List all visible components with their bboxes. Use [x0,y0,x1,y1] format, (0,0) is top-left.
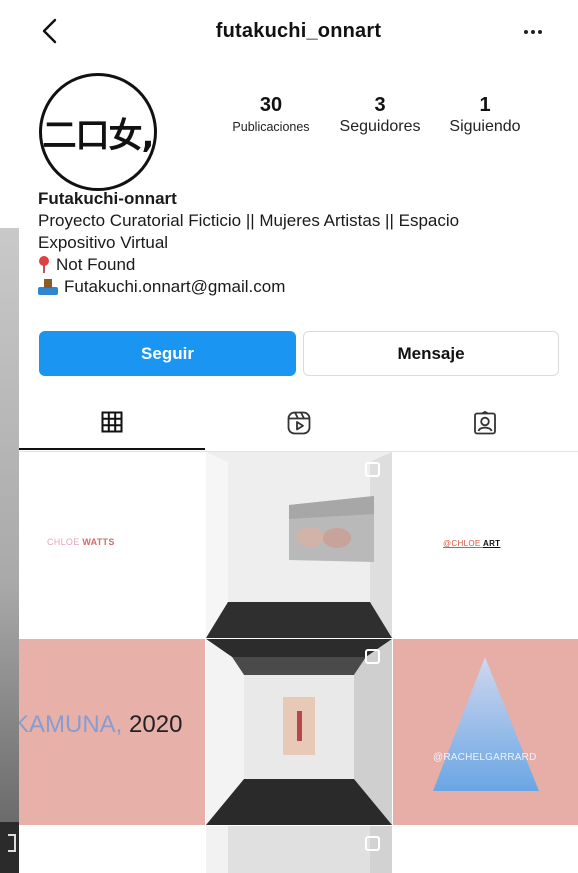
post-tile[interactable]: CHLOE WATTS [19,452,205,638]
tab-reels[interactable] [206,395,392,450]
bio-description-line2: Expositivo Virtual [38,233,169,252]
post-text: CHLOE WATTS [47,537,115,547]
post-tile[interactable]: KAMUNA, 2020 [19,639,205,825]
multiple-posts-icon [365,649,380,664]
following-count: 1 [479,94,491,116]
post-tile[interactable] [206,826,392,873]
following-label: Siguiendo [449,118,521,135]
post-text-bold: WATTS [82,537,115,547]
post-tile[interactable]: @RACHELGARRARD [393,639,578,825]
post-tile[interactable] [206,452,392,638]
post-tile[interactable] [393,826,578,873]
avatar-logo-text: 二口女, [42,115,155,156]
post-text-pink: CHLOE [47,537,80,547]
tagged-icon [474,410,496,434]
post-text: KAMUNA, 2020 [19,711,182,739]
multiple-posts-icon [365,462,380,477]
post-tile[interactable] [206,639,392,825]
message-button[interactable]: Mensaje [303,331,559,376]
followers-label: Seguidores [339,118,421,135]
bio-location: Not Found [38,254,563,276]
background-dark [0,822,19,873]
location-text: Not Found [56,255,136,274]
post-text-handle: @CHLOE [443,539,481,548]
pin-icon [38,256,50,274]
background-gray [0,228,19,873]
stat-following[interactable]: 1 Siguiendo [434,94,536,138]
post-text: @RACHELGARRARD [433,752,537,763]
avatar[interactable]: 二口女, [39,73,157,191]
post-tile[interactable]: @CHLOE ART [393,452,578,638]
triangle-artwork-image [433,657,539,791]
background-strip [0,0,19,873]
profile-username: futakuchi_onnart [215,20,382,42]
post-text-year: 2020 [129,711,183,738]
stat-posts[interactable]: 30 Publicaciones [220,94,322,138]
multiple-posts-icon [365,836,380,851]
tab-posts-grid[interactable] [19,395,205,450]
stat-followers[interactable]: 3 Seguidores [327,94,433,138]
post-text: @CHLOE ART [443,539,500,548]
post-text-bold: ART [483,539,501,548]
gallery-corridor-image [206,639,392,825]
profile-screen: futakuchi_onnart 二口女, 30 Publicaciones 3… [19,0,578,873]
follow-button[interactable]: Seguir [39,331,296,376]
post-text-blue: KAMUNA, [19,711,123,738]
profile-name: Futakuchi-onnart [38,189,177,208]
tab-tagged[interactable] [392,395,578,450]
top-bar: futakuchi_onnart [19,0,578,62]
grid-icon [101,411,123,432]
inbox-icon [38,279,58,295]
reels-icon [287,411,311,434]
more-options-icon[interactable] [524,30,548,36]
followers-count: 3 [374,94,386,116]
posts-count: 30 [259,94,283,116]
bio-email: Futakuchi.onnart@gmail.com [38,276,563,298]
gallery-image-partial [206,826,392,873]
profile-bio: Futakuchi-onnart Proyecto Curatorial Fic… [38,188,563,298]
bio-description-line1: Proyecto Curatorial Ficticio || Mujeres … [38,211,460,230]
gallery-room-image [206,452,392,638]
email-text: Futakuchi.onnart@gmail.com [64,277,286,296]
post-tile[interactable] [19,826,205,873]
posts-label: Publicaciones [232,120,310,134]
